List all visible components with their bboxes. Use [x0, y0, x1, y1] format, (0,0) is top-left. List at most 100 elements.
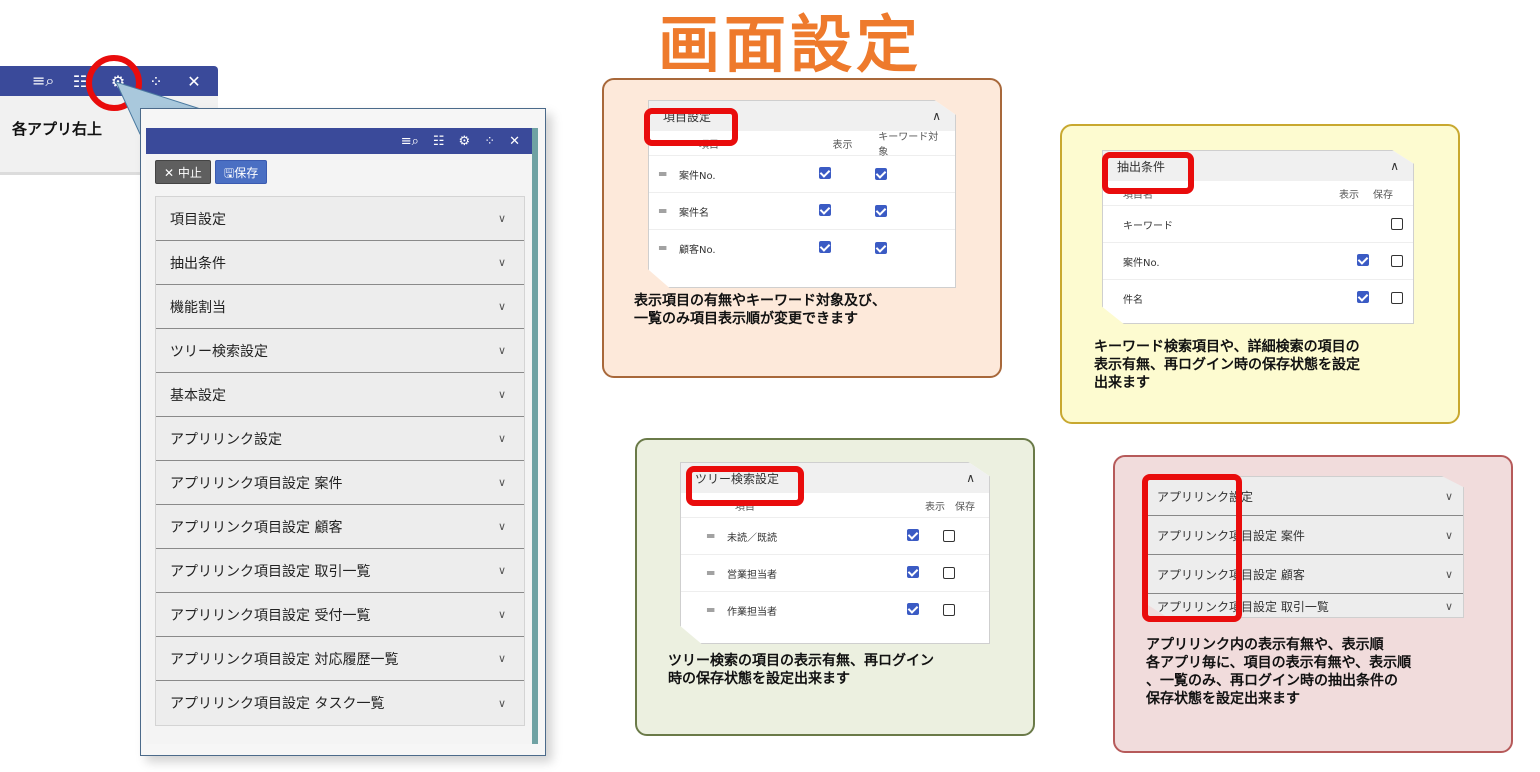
checkbox[interactable]	[943, 567, 955, 579]
drag-handle-icon[interactable]: ═	[691, 566, 727, 580]
description-line: キーワード検索項目や、詳細検索の項目の	[1094, 339, 1360, 355]
menu-item-tree-search[interactable]: ツリー検索設定 ∨	[156, 329, 524, 373]
menu-item-app-link-task[interactable]: アプリリンク項目設定 タスク一覧 ∨	[156, 681, 524, 725]
table-row: 件名	[1103, 279, 1413, 316]
menu-item-label: アプリリンク項目設定 顧客	[170, 519, 343, 536]
menu-item-label: アプリリンク項目設定 タスク一覧	[170, 696, 385, 712]
drag-handle-icon[interactable]: ═	[691, 603, 727, 617]
menu-item-label: 基本設定	[170, 387, 226, 404]
drag-handle-icon[interactable]: ═	[691, 529, 727, 543]
description-line: ツリー検索の項目の表示有無、再ログイン	[668, 653, 934, 669]
checkbox[interactable]	[1357, 290, 1370, 303]
card-description: アプリリンク内の表示有無や、表示順 各アプリ毎に、項目の表示有無や、表示順 、一…	[1146, 636, 1506, 708]
menu-item-app-link-reception[interactable]: アプリリンク項目設定 受付一覧 ∨	[156, 593, 524, 637]
checkbox[interactable]	[907, 602, 919, 615]
description-line: 時の保存状態を設定出来ます	[668, 671, 850, 687]
checkbox[interactable]	[819, 166, 831, 179]
highlight-box	[686, 466, 804, 506]
checkbox[interactable]	[1391, 292, 1403, 304]
close-icon[interactable]: ✕	[509, 134, 520, 149]
description-line: 表示有無、再ログイン時の保存状態を設定	[1094, 357, 1360, 373]
menu-item-app-link[interactable]: アプリリンク設定 ∨	[156, 417, 524, 461]
panel-header: ≡⌕ ☷ ⚙ ⁘ ✕	[146, 128, 532, 154]
highlight-box	[1102, 152, 1194, 194]
chevron-up-icon: ∧	[966, 471, 975, 485]
description-line: アプリリンク内の表示有無や、表示順	[1146, 637, 1384, 653]
list-search-icon[interactable]: ≡⌕	[401, 134, 419, 149]
menu-item-label: アプリリンク項目設定 受付一覧	[170, 607, 371, 624]
menu-item-app-link-customer[interactable]: アプリリンク項目設定 顧客 ∨	[156, 505, 524, 549]
checkbox[interactable]	[875, 242, 887, 254]
cancel-button[interactable]: ✕ 中止	[155, 160, 211, 184]
checkbox[interactable]	[907, 528, 919, 541]
checkbox[interactable]	[943, 530, 955, 542]
chevron-down-icon: ∨	[497, 432, 506, 445]
description-line: 表示項目の有無やキーワード対象及び、	[634, 293, 886, 309]
checkbox[interactable]	[875, 205, 887, 217]
grid-icon[interactable]: ☷	[433, 134, 445, 149]
checkbox[interactable]	[1391, 218, 1403, 230]
table-row: ═ 案件名	[649, 192, 955, 229]
chevron-down-icon: ∨	[497, 256, 506, 269]
table-row: ═ 営業担当者	[681, 554, 989, 591]
table-row: 案件No.	[1103, 242, 1413, 279]
drag-handle-icon[interactable]: ═	[659, 167, 679, 181]
collapse-icon[interactable]: ⁘	[484, 134, 495, 149]
checkbox[interactable]	[907, 565, 919, 578]
save-button[interactable]: 🖫保存	[215, 160, 268, 184]
list-search-icon[interactable]: ≡⌕	[32, 71, 54, 91]
column-header: 表示	[832, 139, 853, 151]
highlight-box	[1142, 474, 1242, 622]
row-label: キーワード	[1123, 220, 1173, 232]
chevron-down-icon: ∨	[497, 476, 506, 489]
row-label: 顧客No.	[679, 244, 716, 256]
callout-label: 各アプリ右上	[12, 120, 103, 138]
menu-item-basic[interactable]: 基本設定 ∨	[156, 373, 524, 417]
column-header: キーワード対象	[878, 132, 939, 158]
chevron-down-icon: ∨	[497, 608, 506, 621]
chevron-up-icon: ∧	[1390, 159, 1399, 173]
checkbox[interactable]	[819, 240, 831, 253]
checkbox[interactable]	[819, 203, 831, 216]
description-line: 一覧のみ項目表示順が変更できます	[634, 311, 858, 327]
table-row: ═ 未読／既読	[681, 517, 989, 554]
menu-item-app-link-case[interactable]: アプリリンク項目設定 案件 ∨	[156, 461, 524, 505]
row-label: 作業担当者	[727, 606, 777, 618]
row-label: 未読／既読	[727, 532, 777, 544]
highlight-box	[644, 108, 738, 146]
menu-item-app-link-deals[interactable]: アプリリンク項目設定 取引一覧 ∨	[156, 549, 524, 593]
gear-icon[interactable]: ⚙	[459, 134, 471, 149]
table-row: ═ 案件No.	[649, 155, 955, 192]
chevron-down-icon: ∨	[497, 652, 506, 665]
description-line: 、一覧のみ、再ログイン時の抽出条件の	[1146, 673, 1398, 689]
row-label: 案件No.	[679, 170, 716, 182]
chevron-down-icon: ∨	[497, 520, 506, 533]
checkbox[interactable]	[875, 168, 887, 180]
drag-handle-icon[interactable]: ═	[659, 241, 679, 255]
checkbox[interactable]	[943, 604, 955, 616]
table-row: ═ 顧客No.	[649, 229, 955, 266]
description-line: 保存状態を設定出来ます	[1146, 691, 1300, 707]
table-row: ═ 作業担当者	[681, 591, 989, 628]
row-label: 案件名	[679, 207, 709, 219]
chevron-down-icon: ∨	[1444, 599, 1453, 613]
cancel-label: 中止	[177, 166, 202, 180]
menu-item-label: 機能割当	[170, 299, 226, 316]
page-title: 画面設定	[657, 8, 922, 81]
checkbox[interactable]	[1391, 255, 1403, 267]
menu-item-app-link-history[interactable]: アプリリンク項目設定 対応履歴一覧 ∨	[156, 637, 524, 681]
close-icon: ✕	[164, 166, 178, 180]
chevron-down-icon: ∨	[497, 388, 506, 401]
menu-item-function[interactable]: 機能割当 ∨	[156, 285, 524, 329]
menu-item-label: アプリリンク項目設定 対応履歴一覧	[170, 651, 399, 668]
menu-item-item-settings[interactable]: 項目設定 ∨	[156, 197, 524, 241]
card-description: キーワード検索項目や、詳細検索の項目の 表示有無、再ログイン時の保存状態を設定 …	[1094, 338, 1454, 392]
checkbox[interactable]	[1357, 253, 1370, 266]
chevron-down-icon: ∨	[1444, 567, 1453, 581]
settings-menu: 項目設定 ∨ 抽出条件 ∨ 機能割当 ∨ ツリー検索設定 ∨ 基本設定 ∨ アプリリンク設…	[155, 196, 525, 726]
menu-item-extraction[interactable]: 抽出条件 ∨	[156, 241, 524, 285]
chevron-down-icon: ∨	[497, 344, 506, 357]
drag-handle-icon[interactable]: ═	[659, 204, 679, 218]
menu-item-label: ツリー検索設定	[170, 343, 268, 360]
chevron-down-icon: ∨	[1444, 528, 1453, 542]
